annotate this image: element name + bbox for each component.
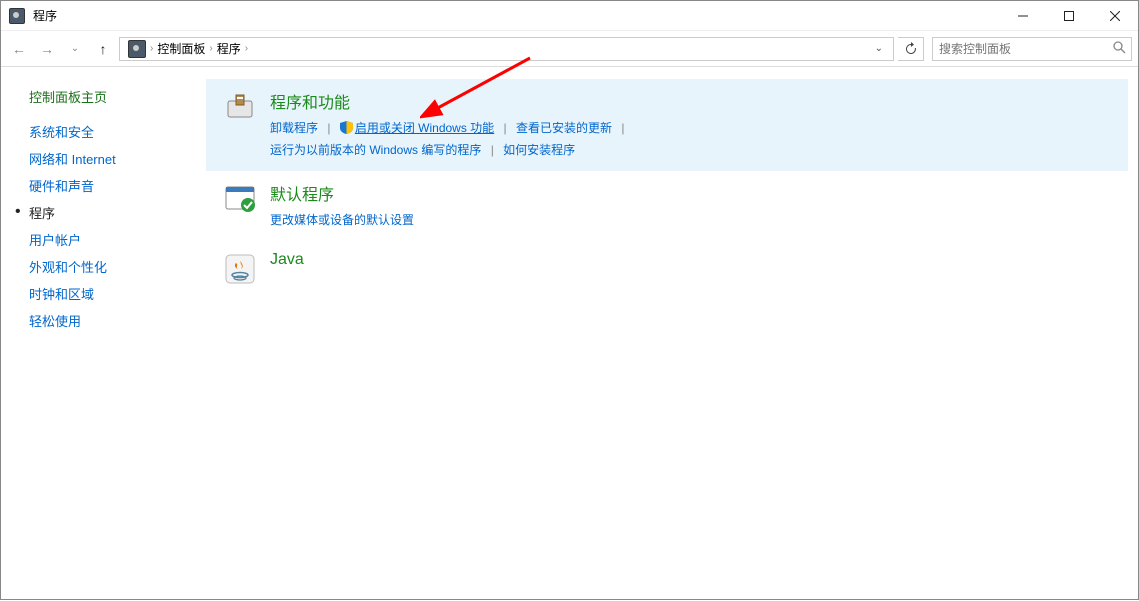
card-default-programs: 默认程序 更改媒体或设备的默认设置 bbox=[206, 171, 1128, 241]
card-title[interactable]: 默认程序 bbox=[270, 181, 1128, 205]
breadcrumb-sep: › bbox=[245, 43, 248, 54]
recent-dropdown[interactable]: ⌄ bbox=[63, 37, 87, 61]
content: 程序和功能 卸载程序 | 启用或关闭 Windows 功能 | 查看已安装的更新… bbox=[206, 67, 1138, 601]
breadcrumb-item[interactable]: 程序 bbox=[213, 40, 245, 57]
maximize-button[interactable] bbox=[1046, 1, 1092, 31]
sidebar-item-ease[interactable]: 轻松使用 bbox=[29, 307, 206, 334]
sidebar-item-accounts[interactable]: 用户帐户 bbox=[29, 226, 206, 253]
refresh-button[interactable] bbox=[898, 37, 924, 61]
default-programs-icon bbox=[224, 183, 256, 215]
sidebar-list: 系统和安全 网络和 Internet 硬件和声音 程序 用户帐户 外观和个性化 … bbox=[29, 118, 206, 334]
link-windows-features[interactable]: 启用或关闭 Windows 功能 bbox=[355, 121, 494, 135]
sidebar-item-security[interactable]: 系统和安全 bbox=[29, 118, 206, 145]
link-separator: | bbox=[621, 121, 624, 135]
link-separator: | bbox=[491, 143, 494, 157]
link-how-install[interactable]: 如何安装程序 bbox=[503, 143, 575, 157]
address-icon bbox=[128, 40, 146, 58]
shield-icon bbox=[340, 119, 353, 132]
address-dropdown[interactable]: ⌄ bbox=[869, 43, 889, 54]
sidebar: 控制面板主页 系统和安全 网络和 Internet 硬件和声音 程序 用户帐户 … bbox=[1, 67, 206, 601]
forward-button[interactable]: → bbox=[35, 37, 59, 61]
sidebar-item-programs[interactable]: 程序 bbox=[29, 199, 206, 226]
titlebar: 程序 bbox=[1, 1, 1138, 31]
sidebar-item-hardware[interactable]: 硬件和声音 bbox=[29, 172, 206, 199]
close-button[interactable] bbox=[1092, 1, 1138, 31]
sidebar-item-appearance[interactable]: 外观和个性化 bbox=[29, 253, 206, 280]
search-icon bbox=[1113, 41, 1126, 57]
window-icon bbox=[9, 8, 25, 24]
main-area: 控制面板主页 系统和安全 网络和 Internet 硬件和声音 程序 用户帐户 … bbox=[1, 67, 1138, 601]
card-title[interactable]: 程序和功能 bbox=[270, 89, 1128, 113]
programs-features-icon bbox=[224, 91, 256, 123]
navigation-bar: ← → ⌄ ↑ › 控制面板 › 程序 › ⌄ bbox=[1, 31, 1138, 67]
card-programs-features: 程序和功能 卸载程序 | 启用或关闭 Windows 功能 | 查看已安装的更新… bbox=[206, 79, 1128, 171]
breadcrumb-item[interactable]: 控制面板 bbox=[153, 40, 209, 57]
card-title[interactable]: Java bbox=[270, 251, 1128, 269]
back-button[interactable]: ← bbox=[7, 37, 31, 61]
sidebar-item-clock[interactable]: 时钟和区域 bbox=[29, 280, 206, 307]
java-icon bbox=[224, 253, 256, 285]
card-java: Java bbox=[206, 241, 1128, 295]
window-controls bbox=[1000, 1, 1138, 31]
window-title: 程序 bbox=[33, 7, 57, 24]
address-bar[interactable]: › 控制面板 › 程序 › ⌄ bbox=[119, 37, 894, 61]
up-button[interactable]: ↑ bbox=[91, 37, 115, 61]
link-separator: | bbox=[504, 121, 507, 135]
link-change-defaults[interactable]: 更改媒体或设备的默认设置 bbox=[270, 213, 414, 227]
link-compatibility[interactable]: 运行为以前版本的 Windows 编写的程序 bbox=[270, 143, 481, 157]
search-input[interactable] bbox=[932, 37, 1132, 61]
link-uninstall[interactable]: 卸载程序 bbox=[270, 121, 318, 135]
sidebar-title[interactable]: 控制面板主页 bbox=[29, 87, 206, 106]
minimize-button[interactable] bbox=[1000, 1, 1046, 31]
sidebar-item-network[interactable]: 网络和 Internet bbox=[29, 145, 206, 172]
link-installed-updates[interactable]: 查看已安装的更新 bbox=[516, 121, 612, 135]
link-separator: | bbox=[327, 121, 330, 135]
